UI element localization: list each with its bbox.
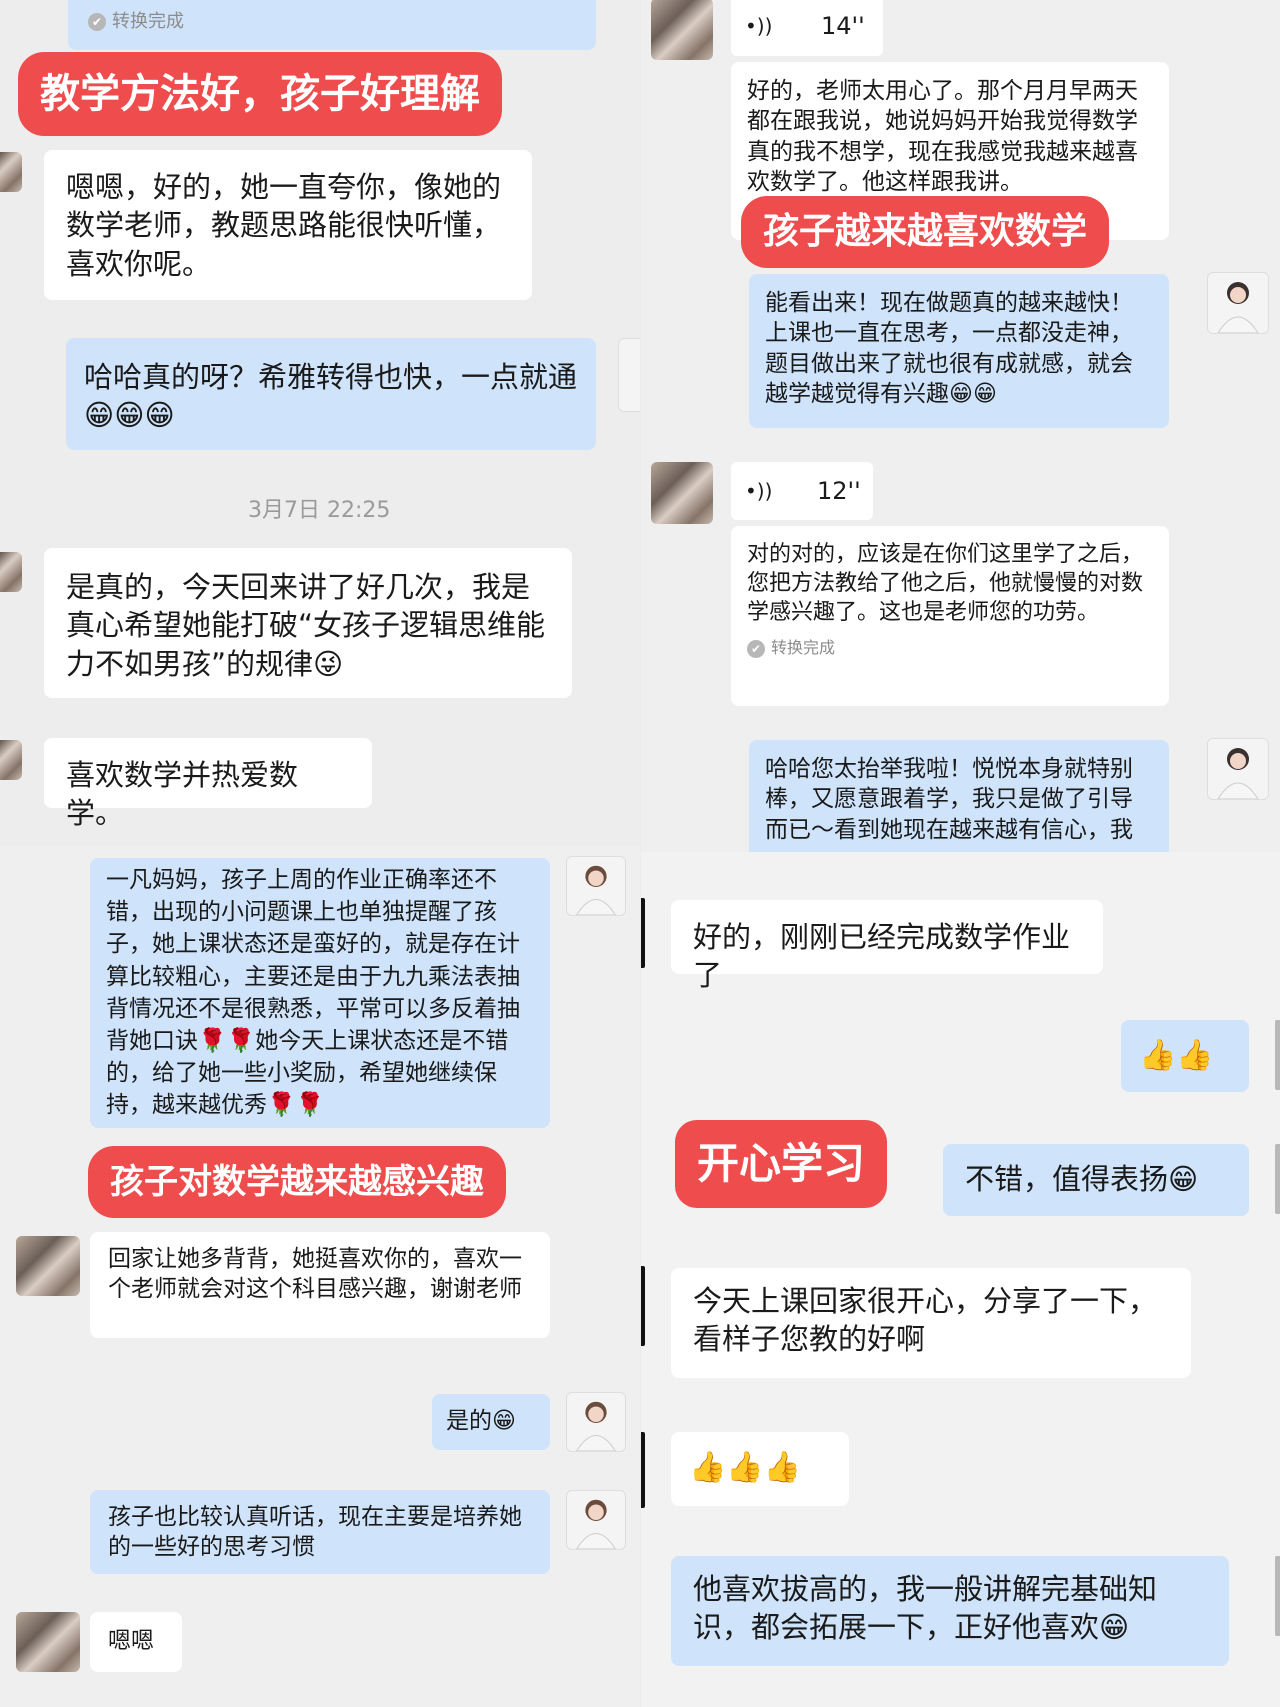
message-bubble-teacher[interactable]: 不错，值得表扬😁	[943, 1144, 1249, 1216]
transcript-text: 对的对的，应该是在你们这里学了之后，您把方法教给了他之后，他就慢慢的对数学感兴趣…	[747, 542, 1144, 626]
conversion-status: ✔ 转换完成	[747, 637, 1153, 659]
highlight-tag-happy: 开心学习	[675, 1120, 888, 1208]
check-icon: ✔	[747, 640, 765, 659]
teacher-avatar	[566, 856, 626, 916]
message-bubble-parent[interactable]: 喜欢数学并热爱数学。	[44, 738, 372, 830]
right-edge-marker	[1275, 1020, 1280, 1090]
conversion-status: ✔ 转换完成	[88, 10, 184, 34]
conversion-status-text: 转换完成	[771, 638, 836, 658]
message-bubble-parent[interactable]: 嗯嗯	[90, 1612, 182, 1672]
highlight-tag-interest: 孩子对数学越来越感兴趣	[88, 1146, 506, 1218]
left-edge-marker	[641, 898, 645, 968]
message-bubble-teacher[interactable]: 一凡妈妈，孩子上周的作业正确率还不错，出现的小问题课上也单独提醒了孩子，她上课状…	[90, 858, 550, 1128]
parent-avatar	[0, 552, 22, 592]
message-bubble-parent[interactable]: 是真的，今天回来讲了好几次，我是真心希望她能打破“女孩子逻辑思维能力不如男孩”的…	[44, 548, 572, 698]
voice-icon: •))	[745, 479, 773, 503]
message-bubble-teacher[interactable]: 👍👍	[1121, 1020, 1249, 1092]
chat-panel-bottom-left: 一凡妈妈，孩子上周的作业正确率还不错，出现的小问题课上也单独提醒了孩子，她上课状…	[0, 846, 640, 1707]
parent-avatar	[16, 1612, 80, 1672]
timestamp: 3月7日 22:25	[248, 498, 391, 523]
message-bubble-teacher[interactable]: 是的😁	[432, 1394, 550, 1450]
voice-icon: •))	[745, 14, 773, 38]
chat-panel-bottom-right: 好的，刚刚已经完成数学作业了 👍👍 开心学习 不错，值得表扬😁 今天上课回家很开…	[641, 852, 1280, 1707]
parent-avatar	[651, 462, 713, 524]
message-bubble-teacher[interactable]: 他喜欢拔高的，我一般讲解完基础知识，都会拓展一下，正好他喜欢😁	[671, 1556, 1229, 1666]
message-bubble-teacher[interactable]: 孩子也比较认真听话，现在主要是培养她的一些好的思考习惯	[90, 1490, 550, 1574]
voice-message[interactable]: •)) 14''	[731, 0, 883, 56]
teacher-avatar	[566, 1392, 626, 1452]
voice-duration: 12''	[817, 477, 861, 505]
chat-panel-top-right: •)) 14'' 好的，老师太用心了。那个月月早两天都在跟我说，她说妈妈开始我觉…	[641, 0, 1280, 852]
left-edge-marker	[641, 1266, 645, 1346]
conversion-status-text: 转换完成	[112, 11, 184, 32]
chat-panel-top-left: ✔ 转换完成 教学方法好，孩子好理解 嗯嗯，好的，她一直夸你，像她的数学老师，教题…	[0, 0, 640, 846]
message-bubble-parent[interactable]: 嗯嗯，好的，她一直夸你，像她的数学老师，教题思路能很快听懂，喜欢你呢。	[44, 150, 532, 300]
parent-avatar	[651, 0, 713, 60]
left-edge-marker	[641, 1432, 645, 1508]
parent-avatar	[0, 152, 22, 192]
highlight-tag-love-math: 孩子越来越喜欢数学	[741, 196, 1110, 268]
voice-message[interactable]: •)) 12''	[731, 462, 873, 520]
message-bubble-teacher[interactable]: 能看出来！现在做题真的越来越快！上课也一直在思考，一点都没走神，题目做出来了就也…	[749, 274, 1169, 428]
voice-duration: 14''	[821, 12, 865, 40]
teacher-avatar	[1207, 272, 1269, 334]
teacher-avatar	[566, 1490, 626, 1550]
message-bubble-parent[interactable]: 回家让她多背背，她挺喜欢你的，喜欢一个老师就会对这个科目感兴趣，谢谢老师	[90, 1232, 550, 1338]
right-edge-marker	[1275, 1556, 1280, 1636]
message-bubble-teacher[interactable]: 哈哈真的呀？希雅转得也快，一点就通😁😁😁	[66, 338, 596, 450]
parent-avatar	[16, 1236, 80, 1296]
message-bubble-transcript[interactable]: 对的对的，应该是在你们这里学了之后，您把方法教给了他之后，他就慢慢的对数学感兴趣…	[731, 526, 1169, 706]
teacher-avatar	[1207, 738, 1269, 800]
highlight-tag-method: 教学方法好，孩子好理解	[18, 52, 502, 136]
check-icon: ✔	[88, 13, 106, 31]
parent-avatar	[0, 740, 22, 780]
message-bubble-conversion[interactable]: ✔ 转换完成	[68, 0, 596, 50]
message-bubble-parent[interactable]: 好的，刚刚已经完成数学作业了	[671, 900, 1103, 992]
message-bubble-parent[interactable]: 👍👍👍	[671, 1432, 849, 1506]
right-edge-marker	[1275, 1144, 1280, 1214]
teacher-avatar	[618, 338, 640, 412]
message-bubble-teacher[interactable]: 哈哈您太抬举我啦！悦悦本身就特别棒，又愿意跟着学，我只是做了引导而已～看到她现在…	[749, 740, 1169, 852]
message-bubble-parent[interactable]: 今天上课回家很开心，分享了一下，看样子您教的好啊	[671, 1268, 1191, 1378]
